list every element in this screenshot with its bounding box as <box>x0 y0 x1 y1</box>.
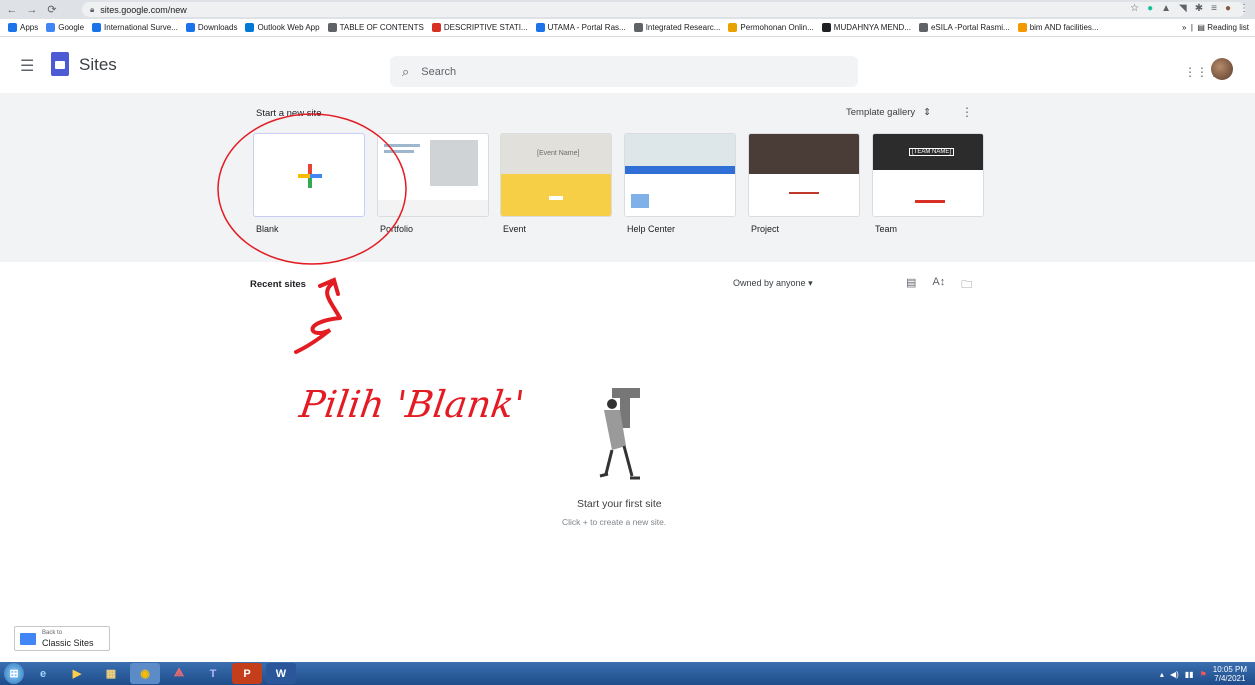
red-circle-annotation <box>217 113 407 265</box>
annotation-text: Pilih 'Blank' <box>296 383 527 426</box>
clock-time: 10:05 PM <box>1212 665 1247 674</box>
volume-icon[interactable]: ◀) <box>1170 670 1179 679</box>
start-button-icon[interactable]: ⊞ <box>4 663 24 684</box>
system-tray: ▴ ◀) ▮▮ ⚑ 10:05 PM 7/4/2021 <box>1160 665 1247 683</box>
annotation-overlay <box>217 113 407 354</box>
acrobat-icon[interactable]: ⟁ <box>164 663 194 684</box>
network-icon[interactable]: ▮▮ <box>1185 670 1194 679</box>
teams-icon[interactable]: T <box>198 663 228 684</box>
internet-explorer-icon[interactable]: e <box>28 663 58 684</box>
flag-icon[interactable]: ⚑ <box>1200 670 1207 679</box>
powerpoint-icon[interactable]: P <box>232 663 262 684</box>
word-icon[interactable]: W <box>266 663 296 684</box>
windows-taskbar: ⊞ e ▶ ▦ ◉ ⟁ T P W ▴ ◀) ▮▮ ⚑ 10:05 PM 7/4… <box>0 662 1255 685</box>
chrome-icon[interactable]: ◉ <box>130 663 160 684</box>
taskbar-clock[interactable]: 10:05 PM 7/4/2021 <box>1213 665 1247 683</box>
file-explorer-icon[interactable]: ▦ <box>96 663 126 684</box>
tray-arrow-icon[interactable]: ▴ <box>1160 670 1164 679</box>
media-player-icon[interactable]: ▶ <box>62 663 92 684</box>
red-arrow-annotation <box>294 277 342 354</box>
clock-date: 7/4/2021 <box>1214 674 1246 683</box>
